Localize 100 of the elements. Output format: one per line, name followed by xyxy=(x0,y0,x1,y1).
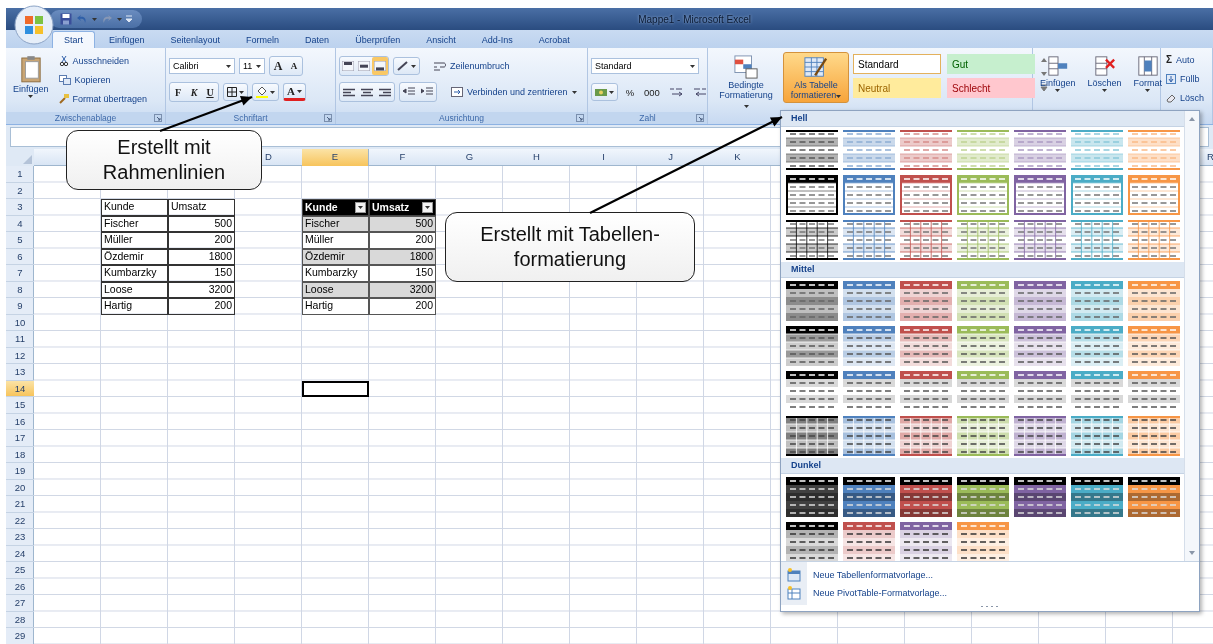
row-header[interactable]: 21 xyxy=(6,496,34,513)
resize-grip-icon[interactable] xyxy=(980,605,1000,608)
row-header[interactable]: 26 xyxy=(6,578,34,595)
row-header[interactable]: 20 xyxy=(6,479,34,496)
table-style-icon[interactable] xyxy=(786,371,838,411)
column-header[interactable]: E xyxy=(302,149,369,166)
column-header[interactable]: D xyxy=(263,149,274,166)
conditional-formatting-button[interactable]: Bedingte Formatierung xyxy=(713,52,779,113)
column-header[interactable]: I xyxy=(600,149,607,166)
row-header[interactable]: 16 xyxy=(6,413,34,430)
align-icon[interactable] xyxy=(361,87,373,97)
row-header[interactable]: 13 xyxy=(6,364,34,381)
customize-toolbar-icon[interactable] xyxy=(126,15,132,23)
row-header[interactable]: 29 xyxy=(6,628,34,644)
row-header[interactable]: 27 xyxy=(6,595,34,612)
ribbon-tab[interactable]: Start xyxy=(52,31,95,48)
wrap-text-button[interactable]: Zeilenumbruch xyxy=(432,57,512,75)
row-header[interactable]: 19 xyxy=(6,463,34,480)
row-header[interactable]: 6 xyxy=(6,248,34,265)
text-orientation-button[interactable] xyxy=(393,57,420,75)
row-header[interactable]: 10 xyxy=(6,314,34,331)
underline-button[interactable]: U xyxy=(202,83,218,101)
menu-item[interactable]: Neue PivotTable-Formatvorlage... xyxy=(787,585,1199,600)
scroll-up-icon[interactable] xyxy=(1039,56,1049,64)
increase-decimal-icon[interactable] xyxy=(668,87,683,97)
table-style-icon[interactable] xyxy=(957,477,1009,517)
table-style-icon[interactable] xyxy=(900,477,952,517)
table-style-icon[interactable] xyxy=(1071,477,1123,517)
row-header[interactable]: 4 xyxy=(6,215,34,232)
column-header[interactable]: K xyxy=(732,149,743,166)
merge-center-button[interactable]: Verbinden und zentrieren xyxy=(449,83,579,101)
table-style-icon[interactable] xyxy=(786,281,838,321)
shrink-font-button[interactable]: A xyxy=(286,57,302,75)
ribbon-tab[interactable]: Add-Ins xyxy=(469,31,525,48)
row-header[interactable]: 22 xyxy=(6,512,34,529)
row-header[interactable]: 5 xyxy=(6,232,34,249)
currency-format-button[interactable] xyxy=(591,83,618,101)
save-icon[interactable] xyxy=(60,13,72,25)
borders-button[interactable] xyxy=(223,83,248,101)
cell-style-button[interactable]: Schlecht xyxy=(947,78,1035,98)
decrease-decimal-icon[interactable] xyxy=(692,87,707,97)
filter-dropdown-button[interactable] xyxy=(422,201,433,213)
format-painter-button[interactable]: Format übertragen xyxy=(56,90,150,107)
table-style-icon[interactable] xyxy=(786,326,838,366)
grow-font-button[interactable]: A xyxy=(270,57,286,75)
align-icon[interactable] xyxy=(379,87,391,97)
active-cell[interactable] xyxy=(302,380,369,397)
dialog-launcher-icon[interactable] xyxy=(576,114,584,122)
row-header[interactable]: 11 xyxy=(6,331,34,348)
row-header[interactable]: 28 xyxy=(6,611,34,628)
cell-style-button[interactable]: Standard xyxy=(853,54,941,74)
column-header[interactable]: J xyxy=(666,149,675,166)
fill-color-button[interactable] xyxy=(252,83,279,101)
filter-dropdown-button[interactable] xyxy=(355,201,366,213)
row-header[interactable]: 8 xyxy=(6,281,34,298)
dialog-launcher-icon[interactable] xyxy=(324,114,332,122)
scroll-up-icon[interactable] xyxy=(1187,115,1197,123)
percent-button[interactable]: % xyxy=(622,83,638,101)
scroll-down-icon[interactable] xyxy=(1187,549,1197,557)
row-header[interactable]: 3 xyxy=(6,199,34,216)
row-header[interactable]: 1 xyxy=(6,166,34,183)
table-style-icon[interactable] xyxy=(1014,477,1066,517)
row-header[interactable]: 23 xyxy=(6,529,34,546)
ribbon-tab[interactable]: Ansicht xyxy=(414,31,468,48)
column-header[interactable]: F xyxy=(397,149,408,166)
format-as-table-button[interactable]: Als Tabelle formatieren xyxy=(783,52,849,103)
row-header[interactable]: 24 xyxy=(6,545,34,562)
ribbon-tab[interactable]: Überprüfen xyxy=(343,31,413,48)
thousands-separator-button[interactable]: 000 xyxy=(642,83,662,101)
cells-button[interactable]: Format xyxy=(1129,52,1167,95)
row-header[interactable]: 17 xyxy=(6,430,34,447)
table-style-icon[interactable] xyxy=(786,477,838,517)
table-style-icon[interactable] xyxy=(786,220,838,260)
office-button[interactable] xyxy=(14,5,54,45)
ribbon-tab[interactable]: Einfügen xyxy=(97,31,157,48)
menu-item[interactable]: Neue Tabellenformatvorlage... xyxy=(787,567,1199,582)
table-style-icon[interactable] xyxy=(843,477,895,517)
font-color-button[interactable]: A xyxy=(283,83,306,101)
copy-button[interactable]: Kopieren xyxy=(56,71,150,88)
row-header[interactable]: 7 xyxy=(6,265,34,282)
italic-button[interactable]: K xyxy=(186,83,202,101)
row-header[interactable]: 9 xyxy=(6,298,34,315)
font-name-field[interactable]: Calibri xyxy=(169,58,235,74)
row-header[interactable]: 18 xyxy=(6,446,34,463)
table-style-icon[interactable] xyxy=(786,522,838,562)
row-header[interactable]: 25 xyxy=(6,562,34,579)
dialog-launcher-icon[interactable] xyxy=(154,114,162,122)
dialog-launcher-icon[interactable] xyxy=(696,114,704,122)
editing-button[interactable]: Füllb xyxy=(1164,70,1202,87)
scroll-down-icon[interactable] xyxy=(1039,70,1049,78)
column-header[interactable]: R xyxy=(1205,149,1213,166)
number-format-field[interactable]: Standard xyxy=(591,58,699,74)
ribbon-tab[interactable]: Formeln xyxy=(234,31,292,48)
cells-button[interactable]: Löschen xyxy=(1083,52,1126,95)
row-header[interactable]: 15 xyxy=(6,397,34,414)
column-header[interactable]: G xyxy=(463,149,476,166)
editing-button[interactable]: Lösch xyxy=(1164,89,1207,106)
cell-style-button[interactable]: Neutral xyxy=(853,78,941,98)
align-icon[interactable] xyxy=(343,87,355,97)
table-style-icon[interactable] xyxy=(786,416,838,456)
